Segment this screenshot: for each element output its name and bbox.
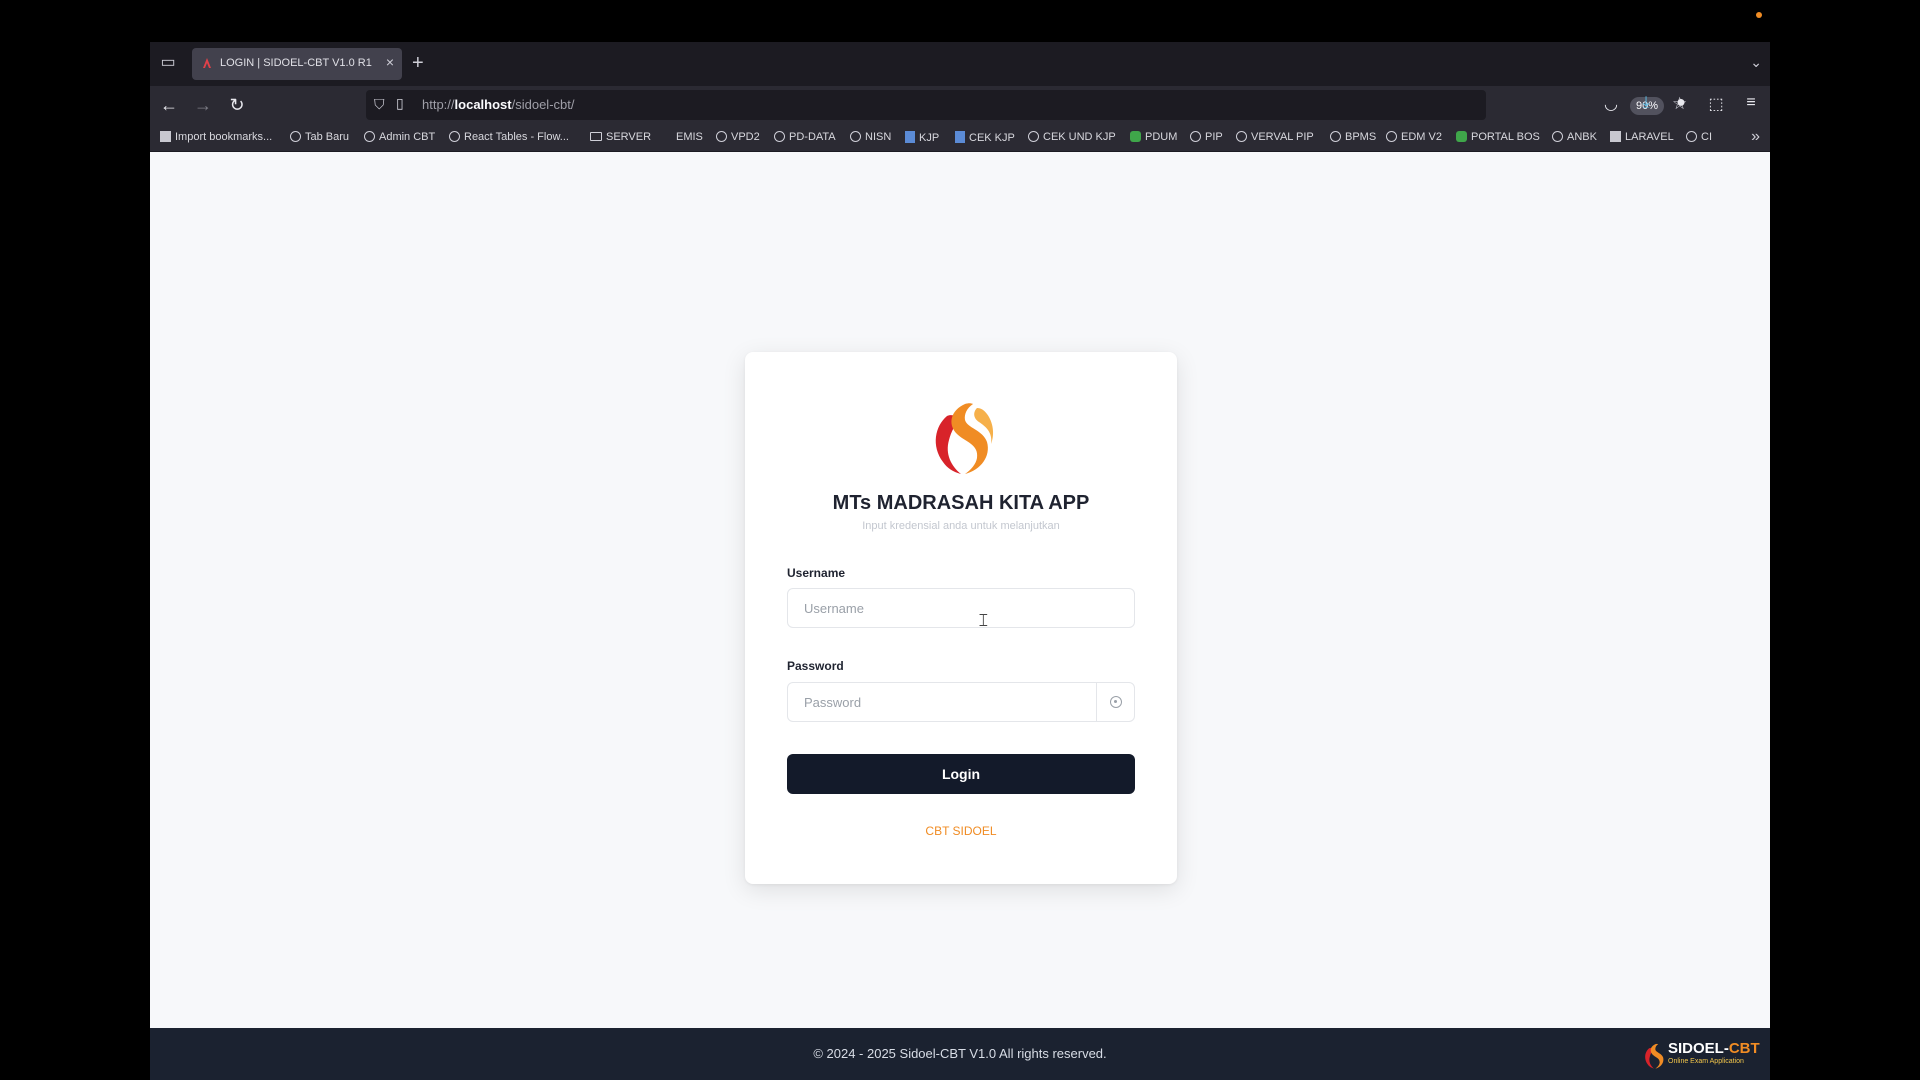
bookmark-pd-data[interactable]: PD-DATA (774, 131, 836, 143)
username-label: Username (787, 566, 846, 580)
bookmark-pip[interactable]: PIP (1190, 131, 1223, 143)
site-footer: © 2024 - 2025 Sidoel-CBT V1.0 All rights… (150, 1028, 1770, 1080)
password-placeholder: Password (804, 695, 862, 710)
bookmark-kjp[interactable]: KJP (905, 131, 939, 144)
bookmark-react-tables[interactable]: React Tables - Flow... (449, 131, 569, 143)
page-icon[interactable]: ▯ (396, 95, 404, 112)
bookmark-emis[interactable]: EMIS (676, 131, 703, 143)
tab-title: LOGIN | SIDOEL-CBT V1.0 R1 (220, 57, 372, 69)
pocket-icon[interactable]: ◡ (1600, 94, 1622, 114)
app-favicon-icon (203, 58, 211, 68)
bookmark-verval-pip[interactable]: VERVAL PIP (1236, 131, 1314, 143)
site-icon (1456, 131, 1467, 142)
tab-bar: ▭ LOGIN | SIDOEL-CBT V1.0 R1 × + ⌄ (150, 42, 1770, 86)
reload-icon[interactable]: ↻ (226, 94, 248, 116)
login-card: MTs MADRASAH KITA APP Input kredensial a… (745, 352, 1177, 884)
globe-icon (290, 131, 301, 142)
url-text[interactable]: http://localhost/sidoel-cbt/ (422, 97, 574, 112)
plus-icon[interactable]: + (412, 52, 424, 74)
globe-icon (1028, 131, 1039, 142)
back-icon[interactable]: ← (158, 94, 180, 116)
browser-window: ▭ LOGIN | SIDOEL-CBT V1.0 R1 × + ⌄ ← → ↻… (150, 42, 1770, 1080)
chevron-down-icon[interactable]: ⌄ (1750, 54, 1762, 71)
globe-icon (1386, 131, 1397, 142)
watermark-logo-icon (1645, 1043, 1664, 1069)
site-icon (1610, 131, 1621, 142)
import-icon (160, 131, 171, 142)
globe-icon (716, 131, 727, 142)
tab-list-icon[interactable]: ▭ (158, 53, 178, 73)
site-icon (955, 131, 965, 143)
copyright-text: © 2024 - 2025 Sidoel-CBT V1.0 All rights… (813, 1046, 1107, 1061)
globe-icon (850, 131, 861, 142)
bookmark-anbk[interactable]: ANBK (1552, 131, 1597, 143)
cbt-sidoel-link[interactable]: CBT SIDOEL (745, 824, 1177, 838)
eye-icon (1110, 696, 1122, 708)
text-cursor-icon: 𝙸 (977, 610, 990, 630)
page-content: MTs MADRASAH KITA APP Input kredensial a… (150, 152, 1770, 1028)
site-icon (1130, 131, 1141, 142)
app-subtitle: Input kredensial anda untuk melanjutkan (862, 520, 1060, 532)
extensions-icon[interactable]: ⬚ (1705, 94, 1727, 114)
download-icon[interactable]: ⤓ (1635, 94, 1657, 112)
globe-icon (1190, 131, 1201, 142)
app-title: MTs MADRASAH KITA APP (832, 492, 1090, 514)
bookmark-vpd2[interactable]: VPD2 (716, 131, 760, 143)
bookmark-laravel[interactable]: LARAVEL (1610, 131, 1674, 143)
account-icon[interactable]: ● (1670, 94, 1692, 112)
bookmark-import[interactable]: Import bookmarks... (160, 131, 272, 143)
bookmark-ci[interactable]: CI (1686, 131, 1712, 143)
site-icon (905, 131, 915, 143)
globe-icon (1552, 131, 1563, 142)
globe-icon (1236, 131, 1247, 142)
globe-icon (774, 131, 785, 142)
navigation-toolbar: ← → ↻ ⛉ ▯ http://localhost/sidoel-cbt/ 9… (150, 86, 1770, 124)
app-logo (935, 403, 994, 474)
menu-icon[interactable]: ≡ (1740, 94, 1762, 112)
chevron-double-right-icon[interactable]: » (1751, 128, 1760, 146)
globe-icon (449, 131, 460, 142)
bookmark-pdum[interactable]: PDUM (1130, 131, 1177, 143)
bookmark-cek-kjp[interactable]: CEK KJP (955, 131, 1015, 144)
watermark-title: SIDOEL-CBT (1668, 1040, 1760, 1057)
bookmark-portal-bos[interactable]: PORTAL BOS (1456, 131, 1540, 143)
username-input[interactable]: Username (787, 588, 1135, 628)
shield-icon[interactable]: ⛉ (374, 96, 385, 113)
bookmark-bpms[interactable]: BPMS (1330, 131, 1376, 143)
login-button[interactable]: Login (787, 754, 1135, 794)
bookmark-cek-und-kjp[interactable]: CEK UND KJP (1028, 131, 1116, 143)
forward-icon[interactable]: → (192, 94, 214, 116)
folder-icon (590, 132, 602, 141)
bookmark-edm-v2[interactable]: EDM V2 (1386, 131, 1442, 143)
globe-icon (1330, 131, 1341, 142)
bookmark-nisn[interactable]: NISN (850, 131, 891, 143)
globe-icon (1686, 131, 1697, 142)
url-bar[interactable]: ⛉ ▯ http://localhost/sidoel-cbt/ 90% ☆ (366, 90, 1687, 120)
close-icon[interactable]: × (386, 54, 394, 70)
sidoel-cbt-watermark: SIDOEL-CBT Online Exam Application (1636, 1036, 1770, 1076)
recording-indicator (1756, 12, 1762, 18)
username-placeholder: Username (804, 601, 864, 616)
password-label: Password (787, 659, 844, 673)
tab-login[interactable]: LOGIN | SIDOEL-CBT V1.0 R1 × (192, 48, 402, 80)
watermark-subtitle: Online Exam Application (1668, 1058, 1744, 1065)
globe-icon (364, 131, 375, 142)
bookmark-admin-cbt[interactable]: Admin CBT (364, 131, 435, 143)
show-password-button[interactable] (1096, 683, 1134, 721)
bookmarks-bar: Import bookmarks... Tab Baru Admin CBT R… (150, 124, 1770, 152)
bookmark-server[interactable]: SERVER (590, 131, 651, 143)
bookmark-tab-baru[interactable]: Tab Baru (290, 131, 349, 143)
screen: ▭ LOGIN | SIDOEL-CBT V1.0 R1 × + ⌄ ← → ↻… (0, 0, 1920, 1080)
password-input[interactable]: Password (787, 682, 1135, 722)
